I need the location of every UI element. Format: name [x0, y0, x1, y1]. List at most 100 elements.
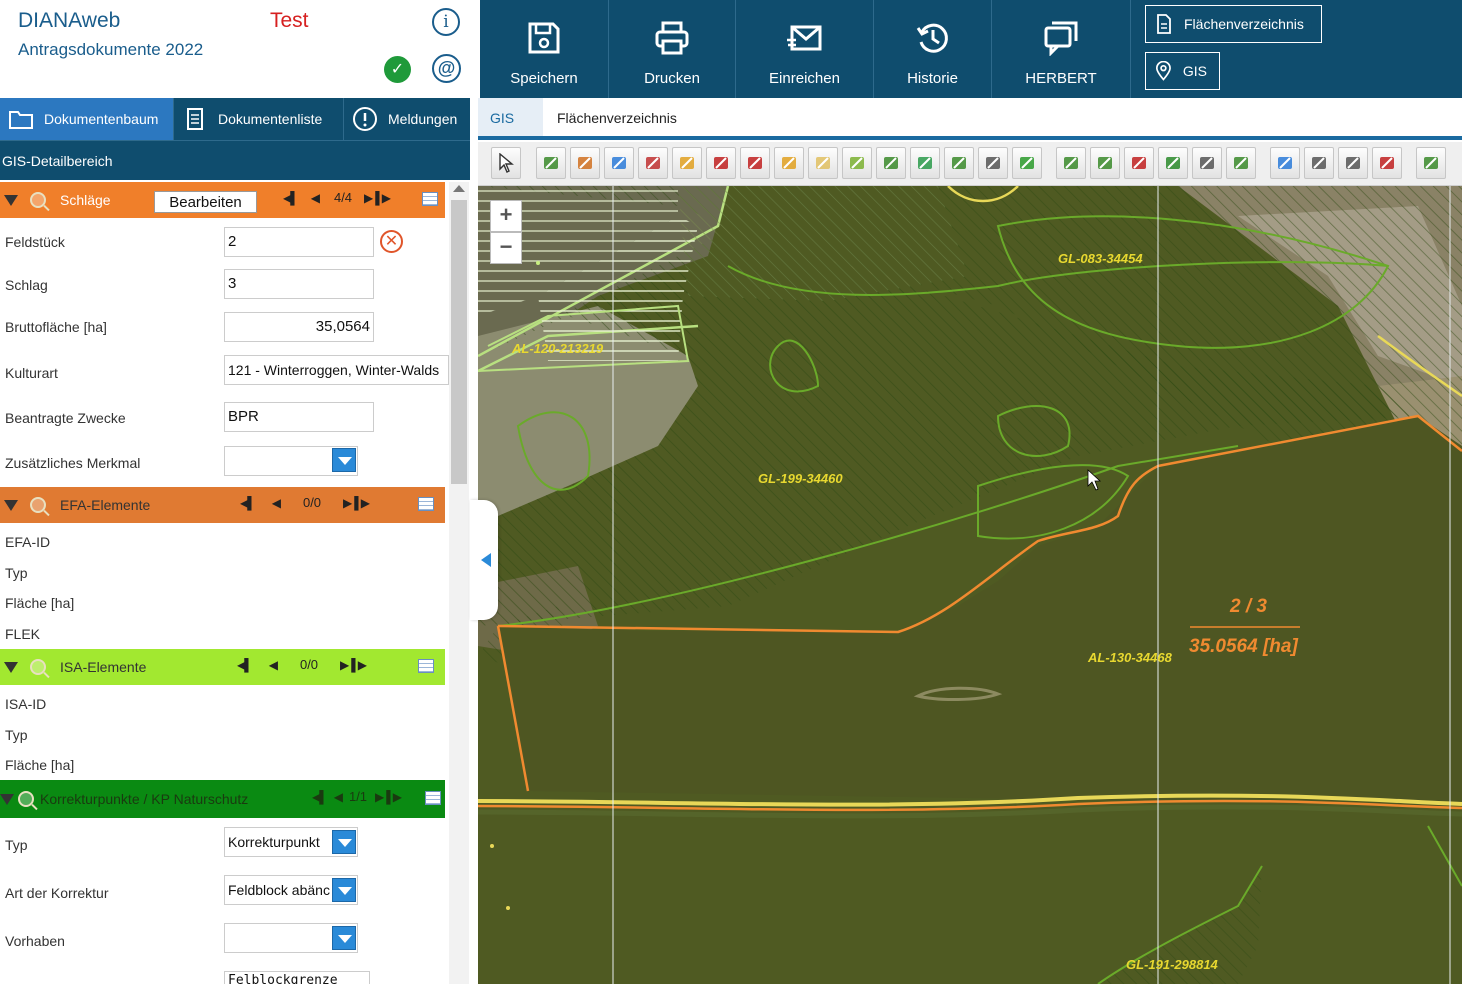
layer-stack-icon[interactable]: [1158, 147, 1188, 179]
info-icon[interactable]: i: [432, 8, 460, 36]
scrollbar-thumb[interactable]: [451, 200, 467, 484]
magnifier-icon[interactable]: [18, 791, 34, 807]
measure-icon[interactable]: [1192, 147, 1222, 179]
polygon-icon[interactable]: [638, 147, 668, 179]
field-label: Typ: [5, 565, 28, 581]
last-record-icon[interactable]: ▌▶: [375, 191, 391, 205]
isa-nav: ◀▌ ◀ 0/0 ▶ ▌▶: [237, 657, 367, 672]
magnet-icon[interactable]: [1372, 147, 1402, 179]
tab-dokumentenliste[interactable]: Dokumentenliste: [174, 98, 344, 140]
move-icon[interactable]: [1012, 147, 1042, 179]
detail-header: GIS-Detailbereich: [0, 140, 470, 180]
layer-edit-icon[interactable]: [1090, 147, 1120, 179]
zoom-in-button[interactable]: +: [490, 200, 522, 232]
kp-text-field[interactable]: Felblockgrenze: [224, 971, 370, 984]
chevron-down-icon[interactable]: [332, 448, 356, 472]
section-title: EFA-Elemente: [60, 497, 151, 513]
chevron-down-icon[interactable]: [332, 878, 356, 902]
drucken-button[interactable]: Drucken: [609, 0, 736, 98]
prev-record-icon[interactable]: ◀: [269, 658, 278, 672]
scroll-up-icon[interactable]: [453, 185, 465, 192]
collapse-triangle-icon[interactable]: [0, 793, 14, 805]
collapse-triangle-icon[interactable]: [4, 499, 18, 511]
layer-icon[interactable]: [1056, 147, 1086, 179]
efa-nav: ◀▌ ◀ 0/0 ▶ ▌▶: [240, 495, 370, 510]
bruttoflaeche-input[interactable]: 35,0564: [224, 312, 374, 342]
delete-icon[interactable]: [978, 147, 1008, 179]
next-record-icon[interactable]: ▶: [340, 658, 349, 672]
feldstueck-input[interactable]: 2: [224, 227, 374, 257]
last-record-icon[interactable]: ▌▶: [351, 658, 367, 672]
first-record-icon[interactable]: ◀▌: [283, 191, 299, 205]
field-label: Kulturart: [5, 365, 58, 381]
pencil-green-icon[interactable]: [842, 147, 872, 179]
locate-icon[interactable]: [1270, 147, 1300, 179]
herbert-button[interactable]: HERBERT: [992, 0, 1131, 98]
select-arrow-icon[interactable]: [491, 147, 521, 179]
pencil-icon[interactable]: [774, 147, 804, 179]
tab-gis[interactable]: GIS: [478, 98, 543, 136]
magnifier-icon[interactable]: [30, 659, 46, 675]
draw-polygon-icon[interactable]: [536, 147, 566, 179]
zoom-out-button[interactable]: −: [490, 232, 522, 264]
first-record-icon[interactable]: ◀▌: [312, 790, 328, 804]
edit-shape-icon[interactable]: [570, 147, 600, 179]
zwecke-input[interactable]: BPR: [224, 402, 374, 432]
first-record-icon[interactable]: ◀▌: [240, 496, 256, 510]
bug-icon[interactable]: [706, 147, 736, 179]
map-toolbar: [478, 142, 1462, 186]
speichern-button[interactable]: Speichern: [480, 0, 609, 98]
einreichen-button[interactable]: Einreichen: [736, 0, 874, 98]
tab-label: Dokumentenliste: [218, 111, 323, 127]
split-icon[interactable]: [672, 147, 702, 179]
chevron-down-icon[interactable]: [332, 830, 356, 854]
tab-meldungen[interactable]: Meldungen: [344, 98, 470, 140]
bug-red-icon[interactable]: [740, 147, 770, 179]
first-record-icon[interactable]: ◀▌: [237, 658, 253, 672]
collapse-triangle-icon[interactable]: [4, 661, 18, 673]
prev-record-icon[interactable]: ◀: [272, 496, 281, 510]
merge-icon[interactable]: [910, 147, 940, 179]
table-view-icon[interactable]: [418, 497, 434, 511]
prev-record-icon[interactable]: ◀: [334, 790, 343, 804]
tab-flaechenverzeichnis[interactable]: Flächenverzeichnis: [557, 98, 677, 136]
schlag-input[interactable]: 3: [224, 269, 374, 299]
clear-icon[interactable]: ✕: [380, 230, 403, 253]
table-view-icon[interactable]: [418, 659, 434, 673]
measure-area-icon[interactable]: [1226, 147, 1256, 179]
chevron-down-icon[interactable]: [332, 926, 356, 950]
at-mail-icon[interactable]: @: [432, 54, 461, 83]
field-label: Typ: [5, 727, 28, 743]
table-view-icon[interactable]: [422, 192, 438, 206]
section-title: Schläge: [60, 192, 111, 208]
print-icon[interactable]: [1304, 147, 1334, 179]
gis-button[interactable]: GIS: [1145, 52, 1220, 90]
kulturart-input[interactable]: 121 - Winterroggen, Winter-Walds: [224, 355, 449, 385]
check-icon[interactable]: ✓: [384, 56, 411, 83]
tab-dokumentenbaum[interactable]: Dokumentenbaum: [0, 98, 174, 140]
cut-icon[interactable]: [944, 147, 974, 179]
last-record-icon[interactable]: ▌▶: [354, 496, 370, 510]
edit-vertex-icon[interactable]: [604, 147, 634, 179]
magnifier-icon[interactable]: [30, 192, 46, 208]
magnifier-icon[interactable]: [30, 497, 46, 513]
last-record-icon[interactable]: ▌▶: [386, 790, 402, 804]
collapse-triangle-icon[interactable]: [4, 194, 18, 206]
next-record-icon[interactable]: ▶: [364, 191, 373, 205]
pencil-light-icon[interactable]: [808, 147, 838, 179]
prev-record-icon[interactable]: ◀: [311, 191, 320, 205]
field-label: Zusätzliches Merkmal: [5, 455, 141, 471]
collapse-panel-handle[interactable]: [470, 500, 498, 620]
legend-icon[interactable]: [1338, 147, 1368, 179]
historie-button[interactable]: Historie: [874, 0, 992, 98]
layer-add-icon[interactable]: [1124, 147, 1154, 179]
undo-icon[interactable]: [1416, 147, 1446, 179]
edit-button[interactable]: Bearbeiten: [154, 191, 257, 213]
map-canvas[interactable]: GL-083-34454 AL-120-213219 GL-199-34460 …: [478, 186, 1462, 984]
table-view-icon[interactable]: [425, 791, 441, 805]
next-record-icon[interactable]: ▶: [375, 790, 384, 804]
next-record-icon[interactable]: ▶: [343, 496, 352, 510]
snap-icon[interactable]: [876, 147, 906, 179]
flaechenverzeichnis-button[interactable]: Flächenverzeichnis: [1145, 5, 1322, 43]
field-label: FLEK: [5, 626, 41, 642]
